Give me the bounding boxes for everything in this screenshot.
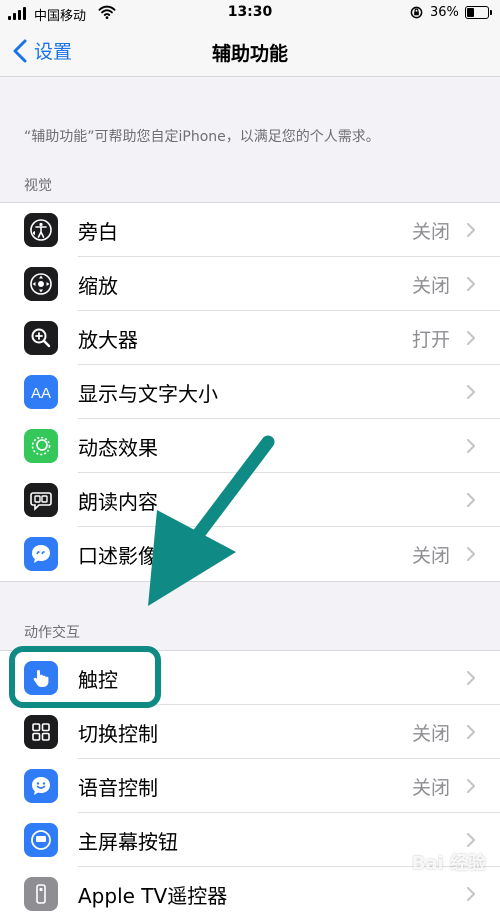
setting-label: 朗读内容	[78, 490, 158, 514]
chevron-right-icon	[467, 833, 475, 847]
interaction-settings-group: 触控 切换控制 关闭 语音控制 关闭 主屏幕按钮 Apple TV遥控器	[0, 650, 500, 921]
setting-value: 关闭	[411, 777, 450, 799]
setting-label: 切换控制	[78, 722, 158, 746]
setting-value: 打开	[411, 329, 450, 351]
setting-row-magnifier[interactable]: 放大器 打开	[0, 311, 500, 365]
setting-label: 缩放	[78, 274, 118, 298]
setting-row-display-text-size[interactable]: AA 显示与文字大小	[0, 365, 500, 419]
chevron-right-icon	[467, 439, 475, 453]
chevron-right-icon	[467, 223, 475, 237]
chevron-right-icon	[467, 331, 475, 345]
setting-label: 触控	[78, 668, 118, 692]
setting-label: 旁白	[78, 220, 118, 244]
section-header-physical-motor: 动作交互	[24, 625, 80, 641]
svg-text:AA: AA	[31, 385, 51, 402]
battery-icon	[465, 6, 492, 19]
status-bar: 中国移动 13:30 36%	[0, 0, 500, 28]
setting-row-zoom[interactable]: 缩放 关闭	[0, 257, 500, 311]
rotation-lock-icon	[410, 6, 423, 19]
text-size-icon: AA	[24, 375, 58, 409]
chevron-right-icon	[467, 385, 475, 399]
setting-value: 关闭	[411, 221, 450, 243]
page-description: “辅助功能”可帮助您自定iPhone，以满足您的个人需求。	[24, 129, 380, 145]
chevron-right-icon	[467, 547, 475, 561]
battery-percentage: 36%	[430, 5, 459, 20]
setting-label: 主屏幕按钮	[78, 830, 178, 854]
setting-label: 动态效果	[78, 436, 158, 460]
setting-label: 放大器	[78, 328, 138, 352]
switch-control-icon	[24, 715, 58, 749]
remote-icon	[24, 877, 58, 911]
setting-label: 语音控制	[78, 776, 158, 800]
chevron-right-icon	[467, 493, 475, 507]
navigation-bar: 设置 辅助功能	[0, 28, 500, 77]
setting-row-voice-control[interactable]: 语音控制 关闭	[0, 759, 500, 813]
chevron-right-icon	[467, 277, 475, 291]
chevron-right-icon	[467, 671, 475, 685]
setting-label: 显示与文字大小	[78, 382, 218, 406]
setting-value: 关闭	[411, 275, 450, 297]
setting-value: 关闭	[411, 545, 450, 567]
setting-value: 关闭	[411, 723, 450, 745]
magnifier-icon	[24, 321, 58, 355]
setting-label: Apple TV遥控器	[78, 884, 228, 908]
zoom-icon	[24, 267, 58, 301]
setting-row-audio-descriptions[interactable]: 口述影像 关闭	[0, 527, 500, 581]
section-header-vision: 视觉	[24, 178, 52, 194]
voice-control-icon	[24, 769, 58, 803]
clock: 13:30	[227, 4, 273, 20]
audio-description-icon	[24, 537, 58, 571]
setting-row-voiceover[interactable]: 旁白 关闭	[0, 203, 500, 257]
touch-icon	[24, 661, 58, 695]
voiceover-icon	[24, 213, 58, 247]
setting-row-motion[interactable]: 动态效果	[0, 419, 500, 473]
setting-row-apple-tv-remote[interactable]: Apple TV遥控器	[0, 867, 500, 921]
setting-row-spoken-content[interactable]: 朗读内容	[0, 473, 500, 527]
setting-row-touch[interactable]: 触控	[0, 651, 500, 705]
chevron-right-icon	[467, 887, 475, 901]
page-title: 辅助功能	[211, 43, 288, 65]
setting-label: 口述影像	[78, 544, 158, 568]
home-button-icon	[24, 823, 58, 857]
spoken-content-icon	[24, 483, 58, 517]
watermark: Bai 经验	[411, 853, 486, 874]
vision-settings-group: 旁白 关闭 缩放 关闭 放大器 打开 AA 显示与文字大小 动态效果 朗读内容 …	[0, 202, 500, 582]
chevron-right-icon	[467, 779, 475, 793]
motion-icon	[24, 429, 58, 463]
chevron-right-icon	[467, 725, 475, 739]
setting-row-switch-control[interactable]: 切换控制 关闭	[0, 705, 500, 759]
